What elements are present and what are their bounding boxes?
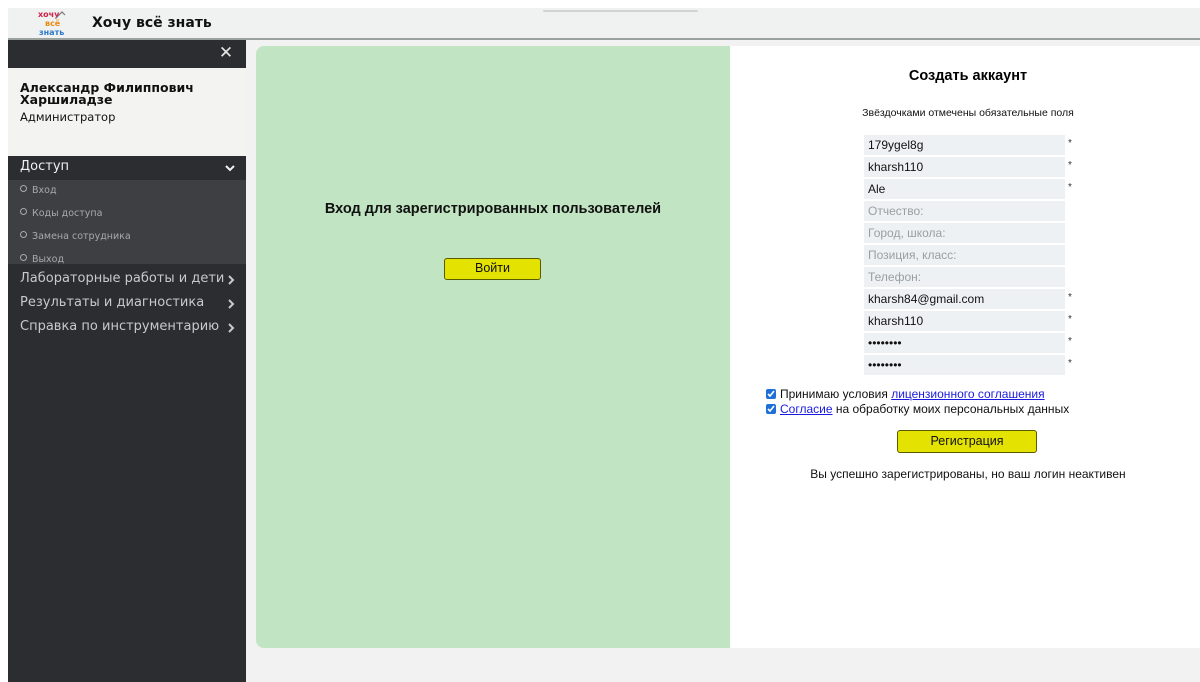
login-button[interactable]: Войти (444, 258, 541, 280)
required-mark: * (1068, 314, 1072, 325)
required-mark: * (1068, 292, 1072, 303)
city-school-field[interactable] (864, 223, 1065, 243)
register-status: Вы успешно зарегистрированы, но ваш логи… (810, 467, 1126, 481)
patronymic-field[interactable] (864, 201, 1065, 221)
sidebar-top-row: ✕ (8, 40, 246, 68)
required-mark: * (1068, 182, 1072, 193)
chevron-right-icon (228, 323, 235, 333)
license-checkbox[interactable] (766, 389, 776, 399)
consent-link[interactable]: Согласие (780, 402, 833, 416)
sidebar-item-label: Результаты и диагностика (20, 295, 205, 310)
svg-text:всё: всё (45, 19, 61, 28)
user-role: Администратор (20, 110, 116, 124)
consent-text: на обработку моих персональных данных (832, 402, 1070, 416)
sidebar: ✕ Александр Филиппович Харшиладзе Админи… (8, 40, 246, 682)
sidebar-item-label: Справка по инструментарию (20, 319, 220, 334)
license-text: Принимаю условия (780, 387, 892, 401)
password-confirm-field[interactable] (864, 355, 1065, 375)
phone-field[interactable] (864, 267, 1065, 287)
user-box: Александр Филиппович Харшиладзе Админист… (8, 68, 246, 156)
submenu-item-label: Замена сотрудника (32, 231, 131, 242)
bullet-icon (20, 208, 27, 215)
chevron-down-icon (225, 165, 235, 172)
menu-section-access-header[interactable]: Доступ (8, 156, 246, 180)
app-title: Хочу всё знать (92, 15, 212, 31)
app-logo-icon: хочу всё знать (36, 8, 68, 37)
required-note: Звёздочками отмечены обязательные поля (862, 107, 1074, 119)
email-field[interactable] (864, 289, 1065, 309)
first-name-field[interactable] (864, 179, 1065, 199)
app-header: хочу всё знать Хочу всё знать (8, 8, 1200, 40)
required-mark: * (1068, 160, 1072, 171)
consent-row: Согласие на обработку моих персональных … (766, 402, 1069, 416)
submenu-item-label: Вход (32, 185, 57, 196)
login-panel: Вход для зарегистрированных пользователе… (256, 46, 730, 648)
menu-section-access: Доступ Вход Коды доступа Замена сотрудни… (8, 156, 246, 265)
chevron-right-icon (228, 275, 235, 285)
register-button[interactable]: Регистрация (897, 430, 1037, 453)
close-icon[interactable]: ✕ (217, 43, 235, 63)
scroll-indicator (543, 10, 698, 12)
submenu-item-replace-employee[interactable]: Замена сотрудника (20, 231, 131, 249)
license-link[interactable]: лицензионного соглашения (891, 387, 1044, 401)
submenu-item-access-codes[interactable]: Коды доступа (20, 208, 102, 226)
sidebar-item-help[interactable]: Справка по инструментарию (8, 316, 246, 338)
bullet-icon (20, 254, 27, 261)
register-panel: Создать аккаунт Звёздочками отмечены обя… (730, 46, 1200, 648)
bullet-icon (20, 231, 27, 238)
username-field[interactable] (864, 311, 1065, 331)
license-row: Принимаю условия лицензионного соглашени… (766, 387, 1045, 401)
password-field[interactable] (864, 333, 1065, 353)
user-name: Александр Филиппович Харшиладзе (20, 80, 194, 107)
submenu-item-label: Коды доступа (32, 208, 103, 219)
chevron-right-icon (228, 299, 235, 309)
position-class-field[interactable] (864, 245, 1065, 265)
required-mark: * (1068, 138, 1072, 149)
sidebar-item-labs[interactable]: Лабораторные работы и дети (8, 268, 246, 290)
menu-section-label: Доступ (20, 159, 70, 174)
sidebar-item-label: Лабораторные работы и дети (20, 271, 225, 286)
submenu-item-label: Выход (32, 254, 65, 265)
sidebar-item-results[interactable]: Результаты и диагностика (8, 292, 246, 314)
consent-checkbox[interactable] (766, 404, 776, 414)
required-mark: * (1068, 358, 1072, 369)
login-field[interactable] (864, 135, 1065, 155)
last-name-field[interactable] (864, 157, 1065, 177)
svg-text:знать: знать (39, 28, 64, 37)
submenu-item-login[interactable]: Вход (20, 185, 57, 203)
bullet-icon (20, 185, 27, 192)
required-mark: * (1068, 336, 1072, 347)
register-title: Создать аккаунт (908, 68, 1028, 84)
login-title: Вход для зарегистрированных пользователе… (324, 201, 662, 217)
